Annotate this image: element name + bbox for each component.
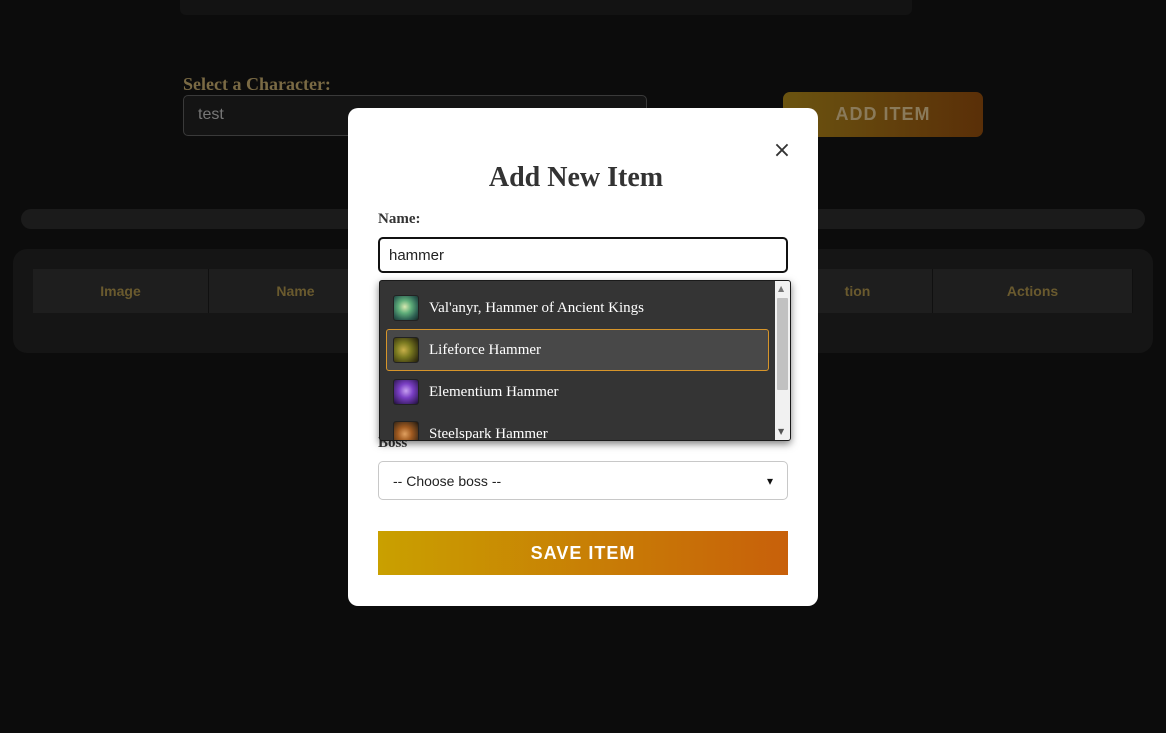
list-item[interactable]: Val'anyr, Hammer of Ancient Kings: [386, 287, 769, 329]
scrollbar-thumb[interactable]: [777, 298, 788, 390]
boss-select-value: -- Choose boss --: [393, 472, 502, 489]
list-item-label: Lifeforce Hammer: [429, 341, 542, 358]
scroll-up-icon[interactable]: ▲: [778, 284, 784, 293]
modal-title: Add New Item: [488, 162, 664, 193]
autocomplete-list: Val'anyr, Hammer of Ancient Kings Lifefo…: [380, 281, 774, 441]
name-input[interactable]: [378, 237, 788, 273]
boss-select[interactable]: -- Choose boss -- ▾: [378, 461, 788, 500]
list-item[interactable]: Elementium Hammer: [386, 371, 769, 413]
list-item-label: Steelspark Hammer: [429, 425, 548, 441]
steelspark-hammer-icon: [393, 421, 419, 440]
list-item-selected[interactable]: Lifeforce Hammer: [386, 329, 769, 371]
list-item-label: Elementium Hammer: [429, 383, 559, 400]
list-item[interactable]: Steelspark Hammer: [386, 413, 769, 441]
chevron-down-icon: ▾: [766, 473, 773, 488]
autocomplete-dropdown: Val'anyr, Hammer of Ancient Kings Lifefo…: [379, 280, 791, 441]
name-label: Name:: [378, 211, 421, 227]
list-item-label: Val'anyr, Hammer of Ancient Kings: [429, 299, 644, 316]
elementium-hammer-icon: [393, 379, 419, 405]
close-icon[interactable]: ×: [772, 140, 792, 162]
lifeforce-hammer-icon: [393, 337, 419, 363]
scroll-down-icon[interactable]: ▼: [778, 427, 784, 436]
dropdown-scrollbar[interactable]: ▲ ▼: [775, 281, 790, 440]
save-item-button[interactable]: SAVE ITEM: [378, 531, 788, 575]
valanyr-hammer-icon: [393, 295, 419, 321]
